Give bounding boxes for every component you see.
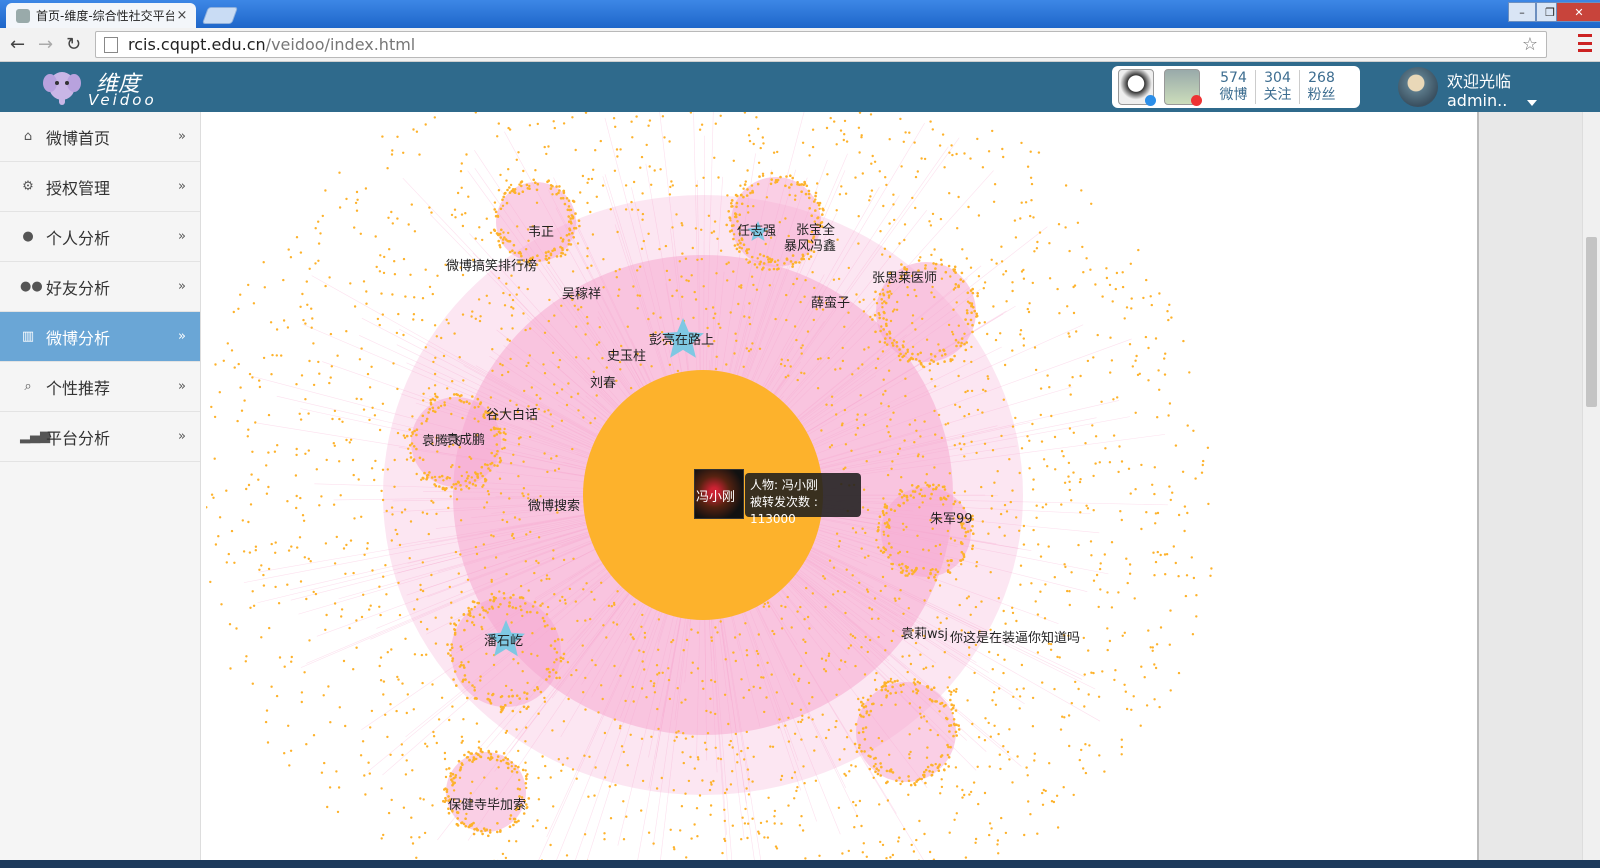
bar-chart-icon: ▥ [21, 328, 35, 344]
node-label[interactable]: 韦正 [528, 225, 554, 240]
sidebar-item-label: 授权管理 [46, 178, 111, 198]
stat-following[interactable]: 304 关注 [1255, 70, 1299, 104]
user-avatar[interactable] [1398, 67, 1438, 107]
sidebar-item[interactable]: ⌂ 微博首页 » [0, 112, 200, 162]
logo-subtitle: Veidoo [88, 91, 157, 109]
stats-row: 574 微博 304 关注 268 粉丝 [1212, 70, 1343, 104]
node-label[interactable]: 保健寺毕加索 [448, 798, 526, 813]
signal-icon: ▂▄▆ [20, 428, 50, 444]
sidebar-item-label: 微博首页 [46, 128, 111, 148]
browser-menu-icon[interactable] [1578, 34, 1592, 52]
os-taskbar [0, 860, 1600, 868]
chevron-right-icon: » [178, 179, 186, 194]
close-window-button[interactable]: ✕ [1556, 2, 1600, 22]
account-stats-box: 574 微博 304 关注 268 粉丝 [1112, 66, 1360, 108]
stat-weibo[interactable]: 574 微博 [1212, 70, 1255, 104]
sidebar-item-label: 好友分析 [46, 278, 111, 298]
url-path: /veidoo/index.html [265, 35, 416, 54]
search-icon: ⌕ [24, 378, 32, 394]
weibo-repost-network-graph[interactable]: 韦正 任志强 张宝全 暴风冯鑫微博搞笑排行榜吴稼祥 张思莱医师薛蛮子彭亮在路上 史玉柱刘春… [206, 112, 1476, 868]
back-icon[interactable]: ← [10, 34, 25, 55]
node-label[interactable]: 微博搞笑排行榜 [446, 258, 537, 274]
node-tooltip: 人物: 冯小刚 被转发次数 : 113000 [745, 473, 861, 526]
node-label[interactable]: 微博搜索 [528, 499, 580, 514]
sidebar-item[interactable]: ⚙ 授权管理 » [0, 162, 200, 212]
node-label[interactable]: 任志强 [737, 224, 776, 239]
chevron-right-icon: » [178, 129, 186, 144]
favicon-icon [16, 8, 30, 23]
new-tab-button[interactable] [201, 7, 239, 24]
sidebar-item[interactable]: ● 个人分析 » [0, 212, 200, 262]
tab-title: 首页-维度-综合性社交平台 [36, 9, 174, 23]
user-icon: ● [22, 228, 34, 244]
focus-node-label: 冯小刚 [696, 490, 736, 505]
page-scrollbar[interactable] [1582, 112, 1600, 868]
home-icon: ⌂ [23, 128, 33, 144]
minimize-button[interactable]: – [1508, 2, 1536, 22]
node-label[interactable]: 袁成鹏 [446, 433, 485, 448]
users-icon: ●● [20, 278, 43, 294]
sidebar-item[interactable]: ▂▄▆ 平台分析 » [0, 412, 200, 462]
sidebar-nav: ⌂ 微博首页» ⚙ 授权管理» ● 个人分析» ●● 好友分析» ▥ 微博分析» ⌕ 个性推荐» ▂▄▆… [0, 112, 201, 868]
right-panel [1477, 112, 1584, 868]
welcome-text: 欢迎光临 [1447, 72, 1512, 91]
node-label[interactable]: 袁莉wsj [901, 627, 948, 642]
chevron-right-icon: » [178, 229, 186, 244]
node-label[interactable]: 吴稼祥 [562, 287, 601, 302]
node-label[interactable]: 朱军99 [930, 512, 973, 527]
tab-close-icon[interactable]: × [174, 8, 190, 23]
node-label[interactable]: 张思莱医师 [872, 271, 937, 286]
gears-icon: ⚙ [22, 178, 34, 194]
sidebar-item-label: 个人分析 [46, 228, 111, 248]
node-label[interactable]: 刘春 [590, 376, 616, 391]
browser-tab-bar: 首页-维度-综合性社交平台 × – ❐ ✕ [0, 0, 1600, 28]
node-label[interactable]: 彭亮在路上 [649, 332, 714, 348]
sidebar-item-label: 微博分析 [46, 328, 111, 348]
node-label[interactable]: 张宝全 [796, 222, 835, 238]
node-label[interactable]: 暴风冯鑫 [784, 238, 836, 254]
url-input[interactable]: rcis.cqupt.edu.cn/veidoo/index.html ☆ [95, 31, 1547, 58]
chevron-right-icon: » [178, 429, 186, 444]
sina-weibo-badge-icon [1191, 95, 1202, 106]
reload-icon[interactable]: ↻ [66, 34, 81, 55]
stat-followers[interactable]: 268 粉丝 [1299, 70, 1343, 104]
qq-weibo-badge-icon [1145, 95, 1156, 106]
user-menu-caret-icon[interactable] [1527, 100, 1537, 106]
browser-tab[interactable]: 首页-维度-综合性社交平台 × [6, 3, 196, 28]
username[interactable]: admin.. [1447, 91, 1507, 110]
account-avatar[interactable] [1118, 69, 1156, 106]
node-label[interactable]: 你这是在装逼你知道吗 [950, 630, 1080, 646]
bookmark-star-icon[interactable]: ☆ [1522, 34, 1538, 55]
url-host: rcis.cqupt.edu.cn [128, 35, 266, 54]
account-avatar[interactable] [1164, 69, 1202, 106]
sidebar-item[interactable]: ●● 好友分析 » [0, 262, 200, 312]
node-label[interactable]: 史玉柱 [607, 349, 646, 364]
node-label[interactable]: 潘石屹 [484, 634, 523, 649]
tooltip-person: 人物: 冯小刚 [750, 478, 818, 492]
scrollbar-thumb[interactable] [1586, 237, 1597, 407]
page-icon [104, 36, 118, 53]
sidebar-item[interactable]: ▥ 微博分析 » [0, 312, 200, 362]
tooltip-repost-count: 被转发次数 : 113000 [750, 495, 818, 526]
chevron-right-icon: » [178, 329, 186, 344]
node-label[interactable]: 薛蛮子 [811, 295, 850, 311]
chevron-right-icon: » [178, 279, 186, 294]
address-bar: ← → ↻ rcis.cqupt.edu.cn/veidoo/index.htm… [0, 28, 1600, 62]
chevron-right-icon: » [178, 379, 186, 394]
app-header: 维度 Veidoo 574 微博 304 关注 268 粉丝 欢迎光临 admin.. [0, 62, 1600, 112]
sidebar-item[interactable]: ⌕ 个性推荐 » [0, 362, 200, 412]
forward-icon[interactable]: → [38, 34, 53, 55]
sidebar-item-label: 个性推荐 [46, 378, 111, 398]
node-label[interactable]: 谷大白话 [486, 407, 538, 423]
elephant-logo-icon[interactable] [42, 66, 82, 108]
sidebar-item-label: 平台分析 [46, 428, 111, 448]
